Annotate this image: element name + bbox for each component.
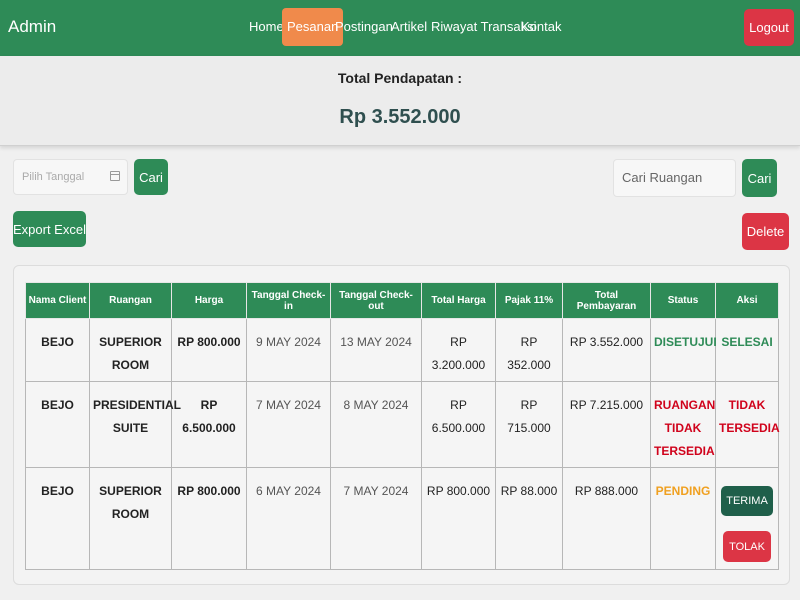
header-harga: Harga	[171, 282, 247, 319]
status-badge: PENDING	[650, 467, 716, 570]
cell-client: BEJO	[25, 318, 90, 382]
nav-item-kontak[interactable]: Kontak	[516, 8, 566, 46]
date-placeholder: Pilih Tanggal	[22, 171, 85, 183]
cell-checkout: 8 MAY 2024	[330, 381, 422, 468]
cell-checkin: 7 MAY 2024	[246, 381, 331, 468]
room-search-button[interactable]: Cari	[742, 159, 777, 197]
cell-checkout: 7 MAY 2024	[330, 467, 422, 570]
logout-button[interactable]: Logout	[744, 9, 794, 46]
status-badge: RUANGAN TIDAK TERSEDIA	[650, 381, 716, 468]
cell-checkin: 9 MAY 2024	[246, 318, 331, 382]
cell-checkout: 13 MAY 2024	[330, 318, 422, 382]
header-check-out: Tanggal Check-out	[330, 282, 422, 319]
header-aksi: Aksi	[715, 282, 779, 319]
delete-button[interactable]: Delete	[742, 213, 789, 250]
cell-room: PRESIDENTIAL SUITE	[89, 381, 181, 468]
table-row: BEJO SUPERIOR ROOM RP 800.000 9 MAY 2024…	[25, 318, 779, 382]
header-nama-client: Nama Client	[25, 282, 90, 319]
revenue-panel: Total Pendapatan : Rp 3.552.000	[0, 56, 800, 146]
room-search-placeholder: Cari Ruangan	[622, 170, 703, 185]
date-picker-input[interactable]: Pilih Tanggal	[13, 159, 128, 195]
cell-room: SUPERIOR ROOM	[89, 318, 172, 382]
cell-total: RP 3.200.000	[421, 318, 496, 382]
revenue-value: Rp 3.552.000	[339, 106, 461, 128]
cell-total: RP 6.500.000	[421, 381, 496, 468]
cell-client: BEJO	[25, 467, 90, 570]
cell-client: BEJO	[25, 381, 90, 468]
header-pajak: Pajak 11%	[495, 282, 563, 319]
room-search-input[interactable]: Cari Ruangan	[613, 159, 736, 197]
export-excel-button[interactable]: Export Excel	[13, 211, 86, 247]
table-row: BEJO PRESIDENTIAL SUITE RP 6.500.000 7 M…	[25, 381, 780, 468]
orders-table: Nama Client Ruangan Harga Tanggal Check-…	[25, 282, 780, 570]
header-total-harga: Total Harga	[421, 282, 496, 319]
cell-tax: RP 88.000	[495, 467, 563, 570]
header-check-in: Tanggal Check-in	[246, 282, 331, 319]
cell-tax: RP 715.000	[495, 381, 563, 468]
navbar: Admin Home Pesanan Postingan Artikel Riw…	[0, 0, 800, 56]
cell-payment: RP 7.215.000	[562, 381, 651, 468]
date-search-button[interactable]: Cari	[134, 159, 168, 195]
action-status: TIDAK TERSEDIA	[715, 381, 780, 468]
revenue-label: Total Pendapatan :	[337, 70, 463, 86]
header-ruangan: Ruangan	[89, 282, 172, 319]
cell-price: RP 800.000	[171, 467, 247, 570]
terima-button[interactable]: TERIMA	[721, 486, 773, 516]
cell-payment: RP 3.552.000	[562, 318, 651, 382]
cell-tax: RP 352.000	[495, 318, 563, 382]
calendar-icon[interactable]	[110, 171, 120, 181]
cell-payment: RP 888.000	[562, 467, 651, 570]
cell-price: RP 6.500.000	[171, 381, 247, 468]
cell-checkin: 6 MAY 2024	[246, 467, 331, 570]
table-header-row: Nama Client Ruangan Harga Tanggal Check-…	[25, 282, 779, 319]
table-row: BEJO SUPERIOR ROOM RP 800.000 6 MAY 2024…	[25, 467, 779, 570]
cell-total: RP 800.000	[421, 467, 496, 570]
status-badge: DISETUJUI	[650, 318, 717, 382]
header-total-pembayaran: Total Pembayaran	[562, 282, 651, 319]
cell-room: SUPERIOR ROOM	[89, 467, 172, 570]
header-status: Status	[650, 282, 716, 319]
brand-title[interactable]: Admin	[8, 17, 56, 37]
tolak-button[interactable]: TOLAK	[723, 531, 771, 562]
action-status: SELESAI	[715, 318, 779, 382]
cell-price: RP 800.000	[171, 318, 247, 382]
action-cell: TERIMA TOLAK	[715, 467, 779, 570]
